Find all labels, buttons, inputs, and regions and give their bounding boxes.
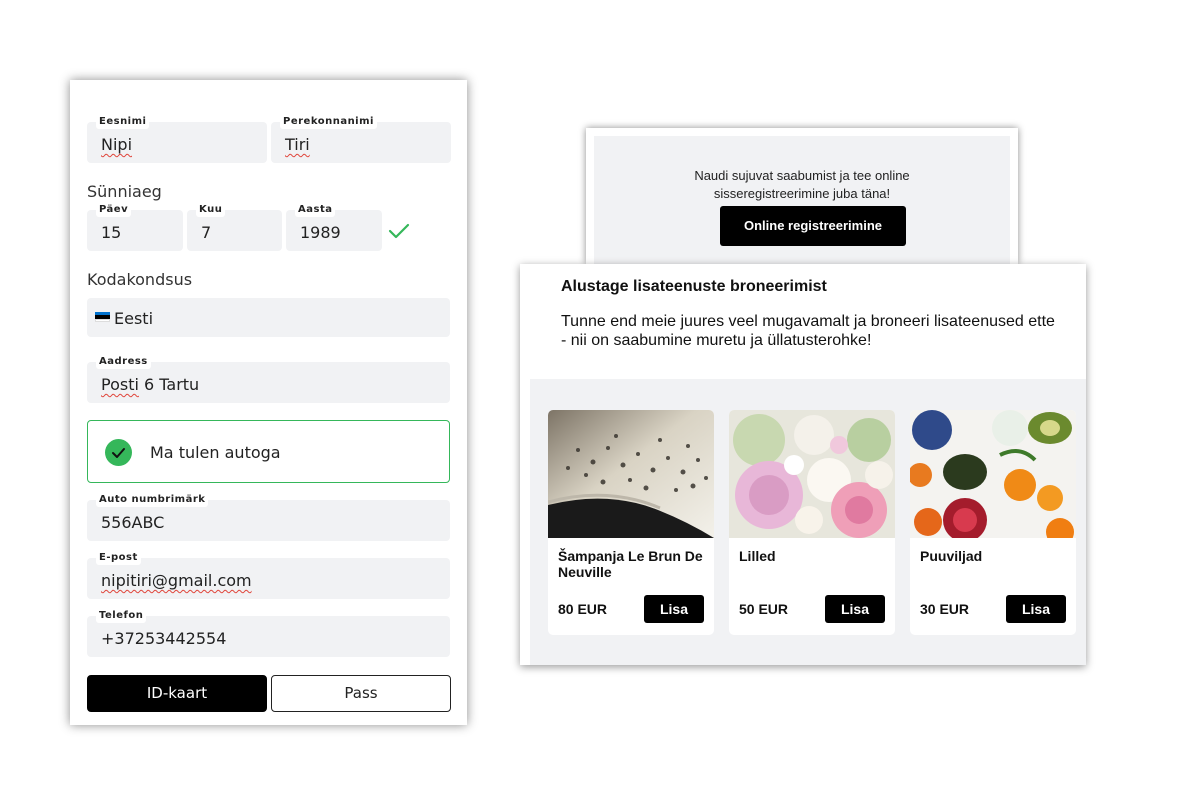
license-plate-label: Auto numbrimärk [96,493,209,507]
online-registration-panel: Naudi sujuvat saabumist ja tee online si… [586,128,1018,264]
online-registration-button[interactable]: Online registreerimine [720,206,906,246]
registration-text-line1: Naudi sujuvat saabumist ja tee online [694,168,910,183]
add-product-button[interactable]: Lisa [1006,595,1066,623]
birth-day-value[interactable]: 15 [101,223,177,242]
birthdate-title: Sünniaeg [87,182,162,201]
services-description: Tunne end meie juures veel mugavamalt ja… [561,313,1055,349]
estonia-flag-icon [95,312,110,322]
product-card-fruits: Puuviljad 30 EUR Lisa [910,410,1076,635]
product-name: Lilled [739,548,776,564]
id-card-button[interactable]: ID-kaart [87,675,267,712]
product-price: 30 EUR [920,601,970,617]
add-product-button[interactable]: Lisa [644,595,704,623]
product-price: 50 EUR [739,601,789,617]
car-option-label: Ma tulen autoga [150,443,281,462]
flowers-image [729,410,895,538]
product-name: Šampanja Le Brun De Neuville [558,548,703,580]
car-checkbox-option[interactable]: Ma tulen autoga [87,420,450,483]
email-value[interactable]: nipitiri@gmail.com [101,571,444,590]
birth-year-label: Aasta [295,203,336,217]
birth-month-field[interactable]: Kuu 7 [187,203,282,251]
first-name-label: Eesnimi [96,115,150,129]
birth-year-value[interactable]: 1989 [300,223,376,242]
passport-button[interactable]: Pass [271,675,451,712]
citizenship-value: Eesti [114,309,154,328]
birth-month-label: Kuu [196,203,226,217]
products-grid: Šampanja Le Brun De Neuville 80 EUR Lisa [530,379,1086,665]
birth-day-label: Päev [96,203,132,217]
address-field[interactable]: Aadress Posti 6 Tartu [87,355,450,403]
first-name-value[interactable]: Nipi [101,135,261,154]
email-field[interactable]: E-post nipitiri@gmail.com [87,551,450,599]
address-street: Posti [101,375,139,394]
valid-check-icon [388,223,410,239]
citizenship-select[interactable]: Eesti [87,298,450,337]
product-card-champagne: Šampanja Le Brun De Neuville 80 EUR Lisa [548,410,714,635]
champagne-image [548,410,714,538]
phone-label: Telefon [96,609,147,623]
product-card-flowers: Lilled 50 EUR Lisa [729,410,895,635]
product-price: 80 EUR [558,601,608,617]
registration-form-card: Eesnimi Nipi Perekonnanimi Tiri Sünniaeg… [70,80,467,725]
birth-month-value[interactable]: 7 [201,223,276,242]
phone-field[interactable]: Telefon +37253442554 [87,609,450,657]
license-plate-value[interactable]: 556ABC [101,513,444,532]
last-name-field[interactable]: Perekonnanimi Tiri [271,115,451,163]
checkmark-icon [112,448,125,458]
online-registration-box: Naudi sujuvat saabumist ja tee online si… [594,136,1010,264]
phone-value[interactable]: +37253442554 [101,629,444,648]
address-label: Aadress [96,355,151,369]
registration-text: Naudi sujuvat saabumist ja tee online si… [594,167,1010,203]
services-title: Alustage lisateenuste broneerimist [561,278,827,295]
citizenship-title: Kodakondsus [87,270,193,289]
extra-services-panel: Alustage lisateenuste broneerimist Tunne… [520,264,1086,665]
first-name-field[interactable]: Eesnimi Nipi [87,115,267,163]
last-name-value[interactable]: Tiri [285,135,445,154]
email-label: E-post [96,551,141,565]
last-name-label: Perekonnanimi [280,115,377,129]
add-product-button[interactable]: Lisa [825,595,885,623]
birth-year-field[interactable]: Aasta 1989 [286,203,382,251]
birth-day-field[interactable]: Päev 15 [87,203,183,251]
car-checkbox[interactable] [105,439,132,466]
address-value[interactable]: Posti 6 Tartu [101,375,444,394]
citizenship-value-wrap: Eesti [95,309,438,328]
fruits-image [910,410,1076,538]
registration-text-line2: sisseregistreerimine juba täna! [713,186,891,201]
license-plate-field[interactable]: Auto numbrimärk 556ABC [87,493,450,541]
product-name: Puuviljad [920,548,983,564]
